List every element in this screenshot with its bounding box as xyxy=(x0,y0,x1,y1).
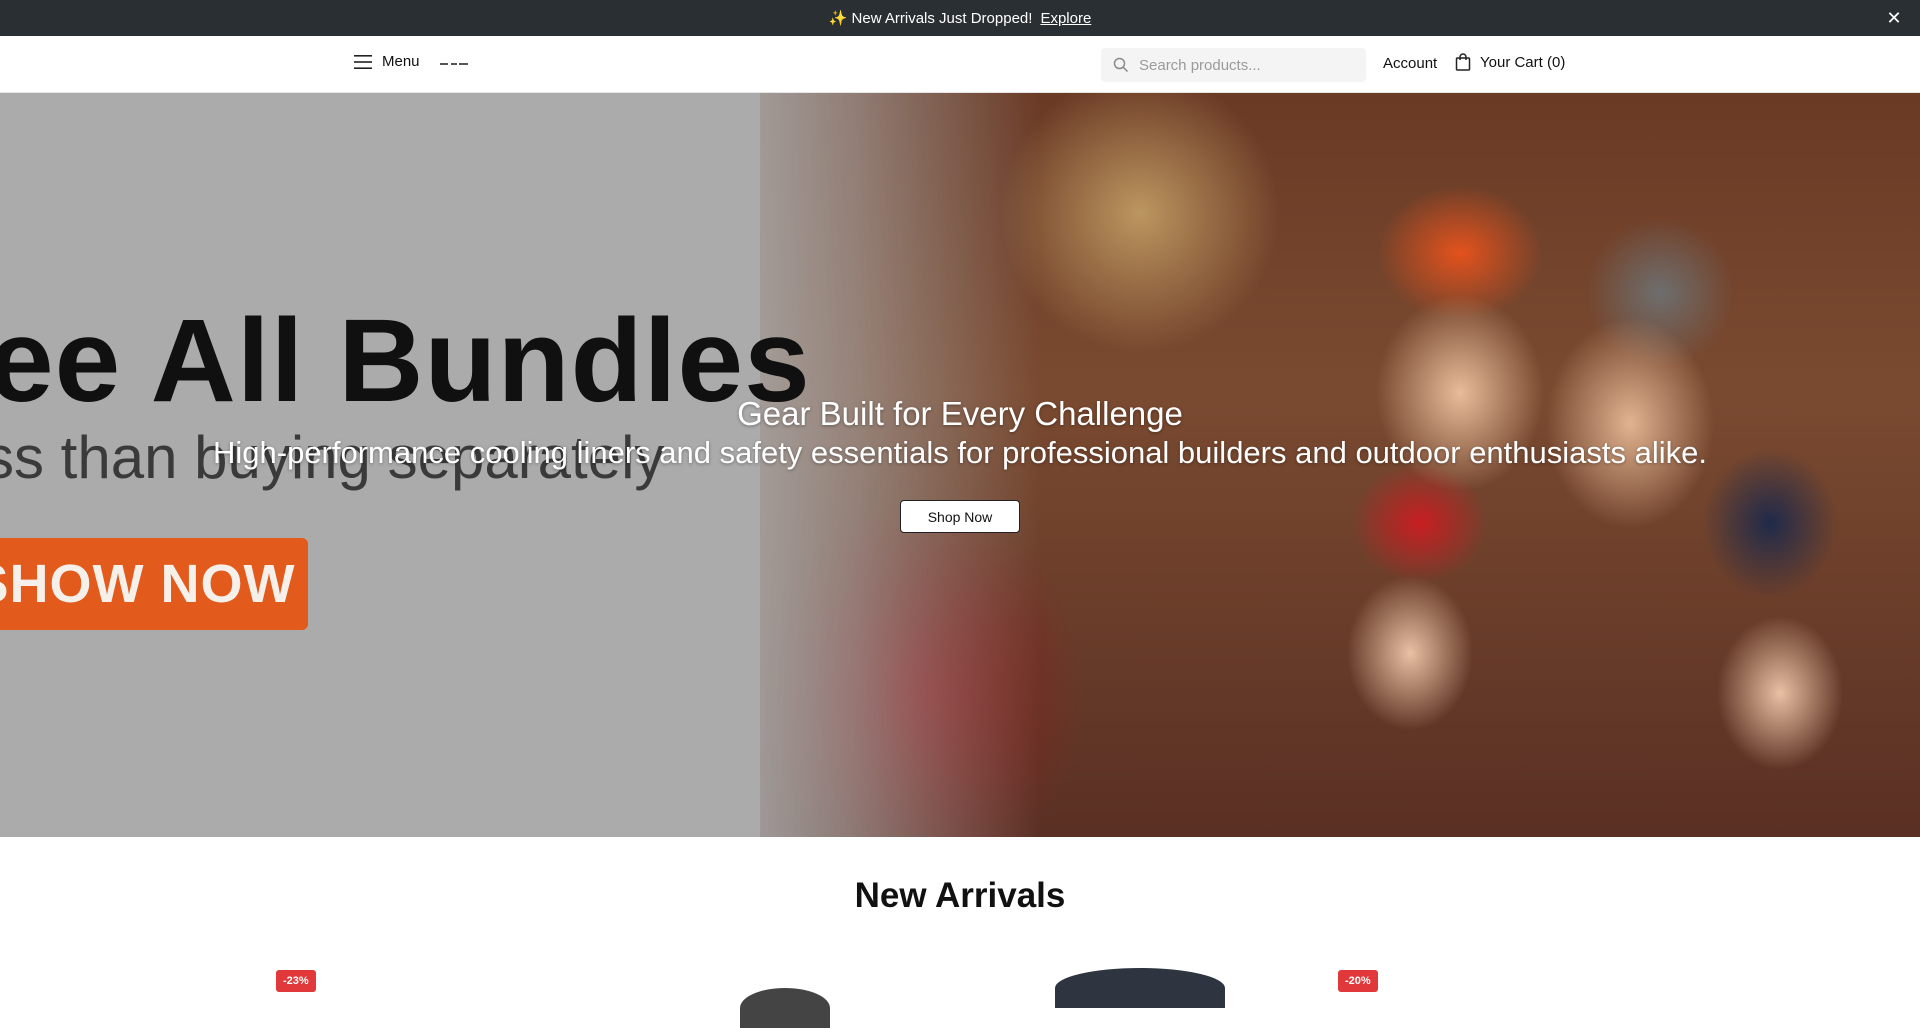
section-title: New Arrivals xyxy=(854,876,1066,915)
hero-banner: ee All Bundles ss than buying separately… xyxy=(0,93,1920,837)
search-box xyxy=(1101,48,1366,82)
menu-button[interactable]: Menu xyxy=(354,53,420,70)
explore-link[interactable]: Explore xyxy=(1040,10,1091,27)
menu-label: Menu xyxy=(382,53,420,70)
hamburger-icon xyxy=(354,54,372,69)
product-image[interactable] xyxy=(1055,968,1225,1008)
search-input[interactable] xyxy=(1139,56,1349,74)
discount-badge: -20% xyxy=(1338,970,1378,992)
site-logo[interactable] xyxy=(440,60,468,68)
account-link[interactable]: Account xyxy=(1383,55,1437,72)
announcement-text: ✨ New Arrivals Just Dropped! xyxy=(828,10,1033,27)
hero-headline: Gear Built for Every Challenge xyxy=(737,395,1183,432)
cart-label: Your Cart (0) xyxy=(1480,53,1566,71)
shopping-bag-icon xyxy=(1455,53,1471,71)
cart-button[interactable]: Your Cart (0) xyxy=(1455,53,1565,71)
search-icon xyxy=(1113,57,1129,73)
site-header: Menu Account Your Cart (0) xyxy=(0,36,1920,93)
close-icon[interactable]: ✕ xyxy=(1884,8,1904,28)
product-image[interactable] xyxy=(740,988,830,1028)
discount-badge: -23% xyxy=(276,970,316,992)
shop-now-button[interactable]: Shop Now xyxy=(900,500,1020,533)
announcement-bar: ✨ New Arrivals Just Dropped! Explore ✕ xyxy=(0,0,1920,36)
hero-subheadline: High-performance cooling liners and safe… xyxy=(213,435,1707,470)
banner-show-now: SHOW NOW xyxy=(0,538,308,630)
